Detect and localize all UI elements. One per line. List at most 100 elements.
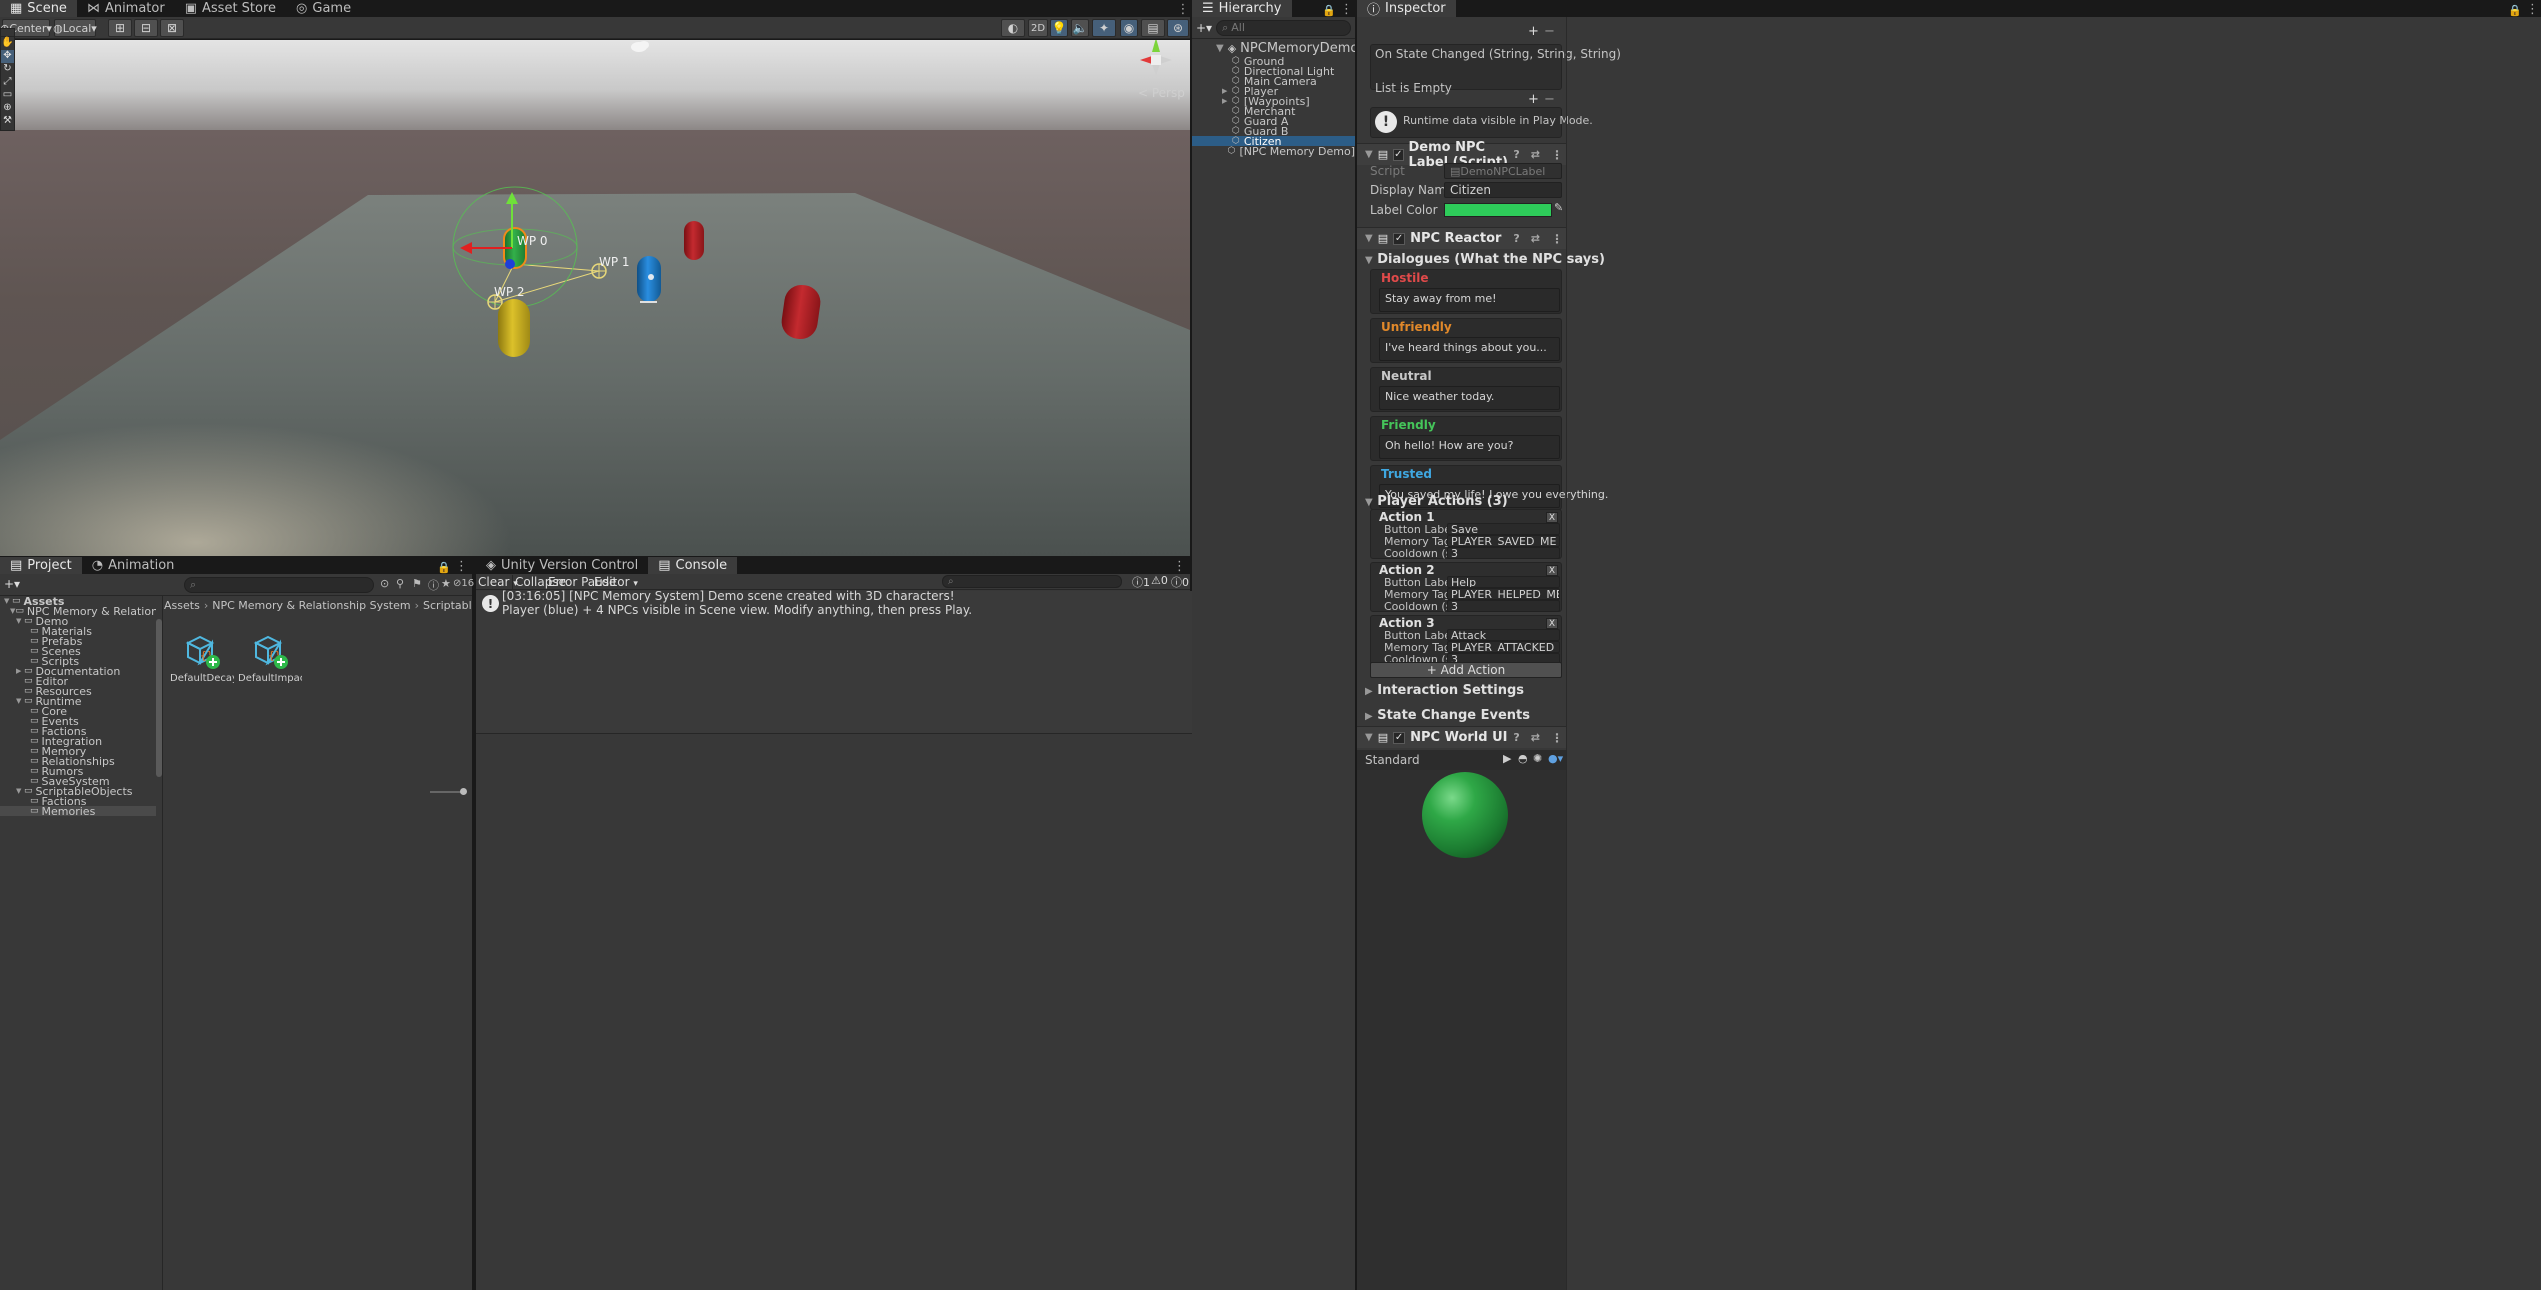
root-foldout-icon[interactable]: ▼ bbox=[1216, 43, 1224, 54]
dialogue-text-field[interactable]: Stay away from me! bbox=[1379, 288, 1560, 312]
eyedropper-icon[interactable]: ✎ bbox=[1554, 201, 1563, 214]
breadcrumb-item[interactable]: Assets bbox=[164, 599, 200, 612]
action-tag-input[interactable]: PLAYER_ATTACKED_ME bbox=[1447, 641, 1560, 653]
dialogues-foldout[interactable]: ▼ Dialogues (What the NPC says) bbox=[1365, 252, 1605, 267]
projection-label[interactable]: < Persp bbox=[1138, 86, 1185, 100]
error-count-toggle[interactable]: ⓘ0 bbox=[1171, 574, 1189, 590]
search-by-label-icon[interactable]: ⚲ bbox=[396, 577, 404, 590]
preview-shape-icon[interactable]: ●▾ bbox=[1548, 752, 1563, 765]
lock-icon[interactable]: 🔒 bbox=[1322, 4, 1340, 17]
display-name-input[interactable]: Citizen bbox=[1444, 182, 1562, 198]
remove-action-button[interactable]: X bbox=[1546, 618, 1558, 629]
scale-tool-icon[interactable]: ⤢ bbox=[1, 76, 14, 89]
world-ui-menu-icon[interactable]: ⋮ bbox=[1551, 731, 1563, 745]
rect-tool-icon[interactable]: ▭ bbox=[1, 89, 14, 102]
lighting-toggle[interactable]: 💡 bbox=[1050, 19, 1068, 37]
help-icon[interactable]: ? bbox=[1513, 148, 1519, 161]
drag-handle-icon[interactable] bbox=[1, 29, 14, 37]
scene-viewport[interactable]: WP 0 WP 1 WP 2 < Persp bbox=[0, 40, 1190, 556]
tab-asset-store[interactable]: ▣ Asset Store bbox=[175, 0, 286, 17]
star-icon[interactable]: ★ bbox=[441, 577, 451, 590]
hierarchy-item[interactable]: ⬡ [NPC Memory Demo] bbox=[1192, 145, 1355, 158]
effects-dropdown[interactable]: ✦ bbox=[1092, 19, 1116, 37]
world-ui-foldout-icon[interactable]: ▼ bbox=[1365, 732, 1373, 743]
dialogue-text-field[interactable]: I've heard things about you... bbox=[1379, 337, 1560, 361]
favorite-icon[interactable]: ⓘ bbox=[428, 577, 439, 593]
inspector-menu-icon[interactable]: ⋮ bbox=[2526, 2, 2541, 17]
reactor-menu-icon[interactable]: ⋮ bbox=[1551, 232, 1563, 246]
action-tag-input[interactable]: PLAYER_HELPED_ME bbox=[1447, 588, 1560, 600]
tree-foldout-icon[interactable]: ▼ bbox=[16, 617, 24, 625]
tab-hierarchy[interactable]: ☰ Hierarchy bbox=[1192, 0, 1292, 17]
search-by-type-icon[interactable]: ⊙ bbox=[380, 577, 389, 590]
inspector-scrollbar[interactable] bbox=[1566, 17, 1567, 1290]
action-button-input[interactable]: Attack bbox=[1447, 629, 1560, 641]
tab-animator[interactable]: ⋈ Animator bbox=[77, 0, 175, 17]
action-button-input[interactable]: Save bbox=[1447, 523, 1560, 535]
console-menu-icon[interactable]: ⋮ bbox=[1173, 559, 1190, 574]
material-preview[interactable] bbox=[1357, 770, 1567, 1290]
action-cooldown-input[interactable]: 3 bbox=[1447, 600, 1560, 612]
label-foldout-icon[interactable]: ▼ bbox=[1365, 149, 1373, 160]
space-dropdown[interactable]: ◍ Local ▾ bbox=[53, 19, 97, 37]
project-menu-icon[interactable]: ⋮ bbox=[455, 559, 472, 574]
project-tree-item[interactable]: ▭ Memories bbox=[0, 805, 156, 818]
audio-toggle[interactable]: 🔈 bbox=[1071, 19, 1089, 37]
toggle-2d-button[interactable]: 2D bbox=[1028, 19, 1048, 37]
hierarchy-menu-icon[interactable]: ⋮ bbox=[1340, 2, 1355, 17]
tab-inspector[interactable]: ⓘ Inspector bbox=[1357, 0, 1456, 18]
demo-npc-label-header[interactable]: ▼ ▤ ✓ Demo NPC Label (Script) ? ⇄ ⋮ bbox=[1357, 140, 1567, 170]
tree-foldout-icon[interactable]: ▶ bbox=[16, 667, 24, 675]
project-tree-item[interactable]: ▼▭NPC Memory & Relationship System bbox=[0, 605, 156, 618]
move-tool-icon[interactable]: ✥ bbox=[1, 50, 14, 63]
console-log-entry[interactable]: ! [03:16:05] [NPC Memory System] Demo sc… bbox=[476, 589, 1192, 629]
warning-count-toggle[interactable]: ⚠0 bbox=[1151, 574, 1168, 587]
npc-reactor-header[interactable]: ▼ ▤ ✓ NPC Reactor ? ⇄ ⋮ bbox=[1357, 227, 1567, 249]
state-change-events-icon[interactable]: ▶ bbox=[1365, 711, 1373, 722]
list-remove-button[interactable]: − bbox=[1544, 24, 1555, 39]
scene-visibility-toggle[interactable]: ◉ bbox=[1120, 19, 1138, 37]
remove-action-button[interactable]: X bbox=[1546, 512, 1558, 523]
breadcrumb-item[interactable]: NPC Memory & Relationship System bbox=[212, 599, 410, 612]
transform-tool-icon[interactable]: ⊕ bbox=[1, 102, 14, 115]
project-create-button[interactable]: +▾ bbox=[4, 577, 20, 591]
component-menu-icon[interactable]: ⋮ bbox=[1551, 148, 1563, 162]
tab-scene[interactable]: ▦ Scene bbox=[0, 0, 77, 17]
console-search-input[interactable]: ⌕ bbox=[942, 575, 1122, 588]
custom-tool-icon[interactable]: ⚒ bbox=[1, 115, 14, 128]
preset-icon[interactable]: ⇄ bbox=[1531, 148, 1540, 161]
project-tree-divider[interactable] bbox=[162, 596, 163, 1290]
asset-item[interactable]: {} DefaultDecayCon... bbox=[170, 627, 234, 687]
world-ui-preset-icon[interactable]: ⇄ bbox=[1531, 731, 1540, 744]
hierarchy-foldout-icon[interactable]: ▶ bbox=[1222, 97, 1230, 105]
project-tree-item[interactable]: ▼ ▭ Runtime bbox=[0, 695, 156, 708]
label-enabled-checkbox[interactable]: ✓ bbox=[1393, 148, 1404, 161]
draw-mode-dropdown[interactable]: ◐ bbox=[1001, 19, 1025, 37]
reactor-help-icon[interactable]: ? bbox=[1513, 232, 1519, 245]
world-ui-help-icon[interactable]: ? bbox=[1513, 731, 1519, 744]
project-lock-icon[interactable]: 🔒 bbox=[437, 561, 455, 574]
tab-console[interactable]: ▤ Console bbox=[648, 557, 738, 574]
preview-light-icon[interactable]: ◓ bbox=[1518, 752, 1528, 765]
camera-settings-dropdown[interactable]: ▤ bbox=[1141, 19, 1165, 37]
grid-visibility-button[interactable]: ⊟ bbox=[134, 19, 158, 37]
increment-snap-button[interactable]: ⊠ bbox=[160, 19, 184, 37]
tree-foldout-icon[interactable]: ▼ bbox=[16, 697, 24, 705]
actions-foldout[interactable]: ▼ Player Actions (3) bbox=[1365, 494, 1508, 509]
gizmos-dropdown[interactable]: ⊛ bbox=[1167, 19, 1189, 37]
asset-item[interactable]: {} DefaultImpactDa... bbox=[238, 627, 302, 687]
tree-foldout-icon[interactable]: ▼ bbox=[4, 597, 12, 605]
slider-handle[interactable] bbox=[460, 788, 467, 795]
inspector-lock-icon[interactable]: 🔒 bbox=[2508, 4, 2526, 17]
reactor-foldout-icon[interactable]: ▼ bbox=[1365, 233, 1373, 244]
event-remove-button[interactable]: − bbox=[1544, 92, 1555, 107]
list-add-button[interactable]: + bbox=[1528, 24, 1539, 39]
project-search-input[interactable]: ⌕ bbox=[184, 577, 374, 593]
action-cooldown-input[interactable]: 3 bbox=[1447, 547, 1560, 559]
actions-foldout-icon[interactable]: ▼ bbox=[1365, 497, 1373, 508]
rotate-tool-icon[interactable]: ↻ bbox=[1, 63, 14, 76]
world-ui-enabled-checkbox[interactable]: ✓ bbox=[1393, 731, 1406, 744]
tab-project[interactable]: ▤ Project bbox=[0, 557, 82, 574]
action-button-input[interactable]: Help bbox=[1447, 576, 1560, 588]
npc-world-ui-header[interactable]: ▼ ▤ ✓ NPC World UI ? ⇄ ⋮ bbox=[1357, 726, 1567, 748]
